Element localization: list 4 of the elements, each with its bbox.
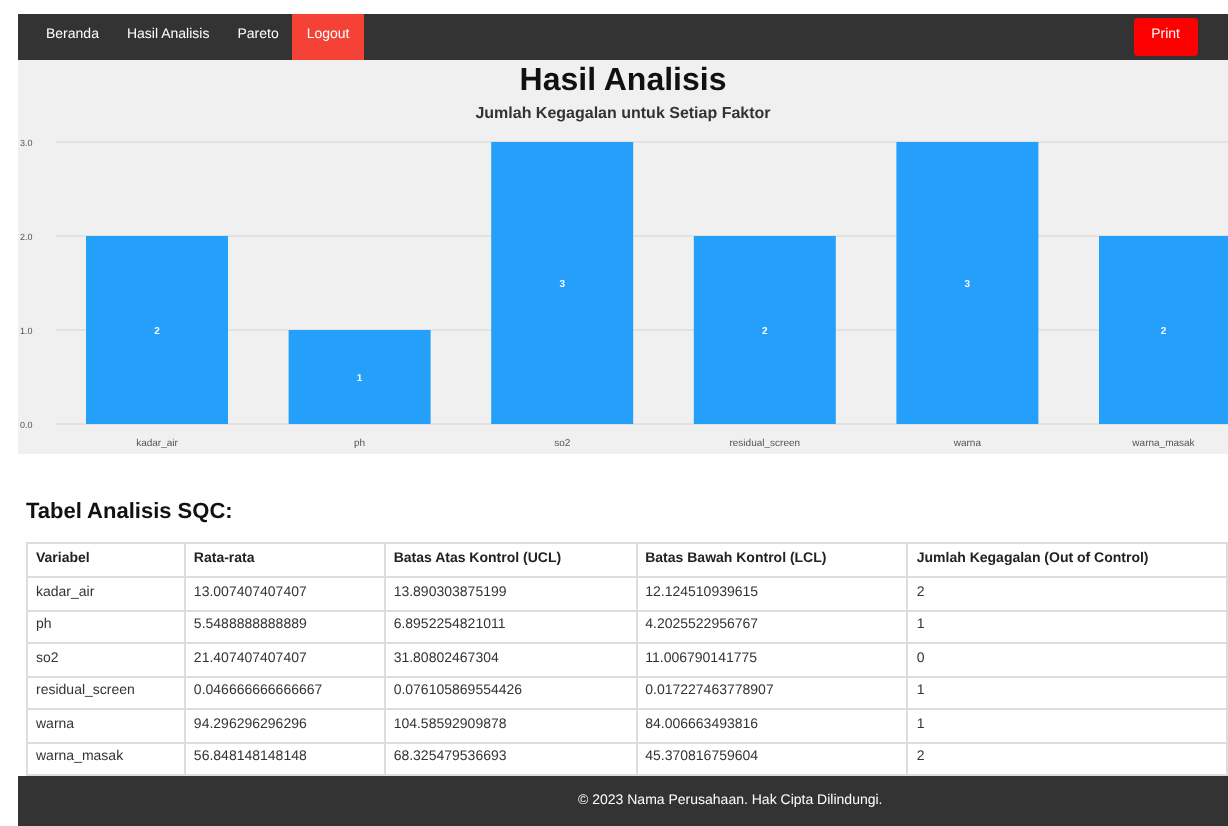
page-title: Hasil Analisis: [517, 62, 729, 102]
table-heading: Tabel Analisis SQC:: [26, 498, 235, 526]
bar: [288, 330, 431, 424]
chart-title: Jumlah Kegagalan untuk Setiap Faktor: [473, 102, 773, 124]
